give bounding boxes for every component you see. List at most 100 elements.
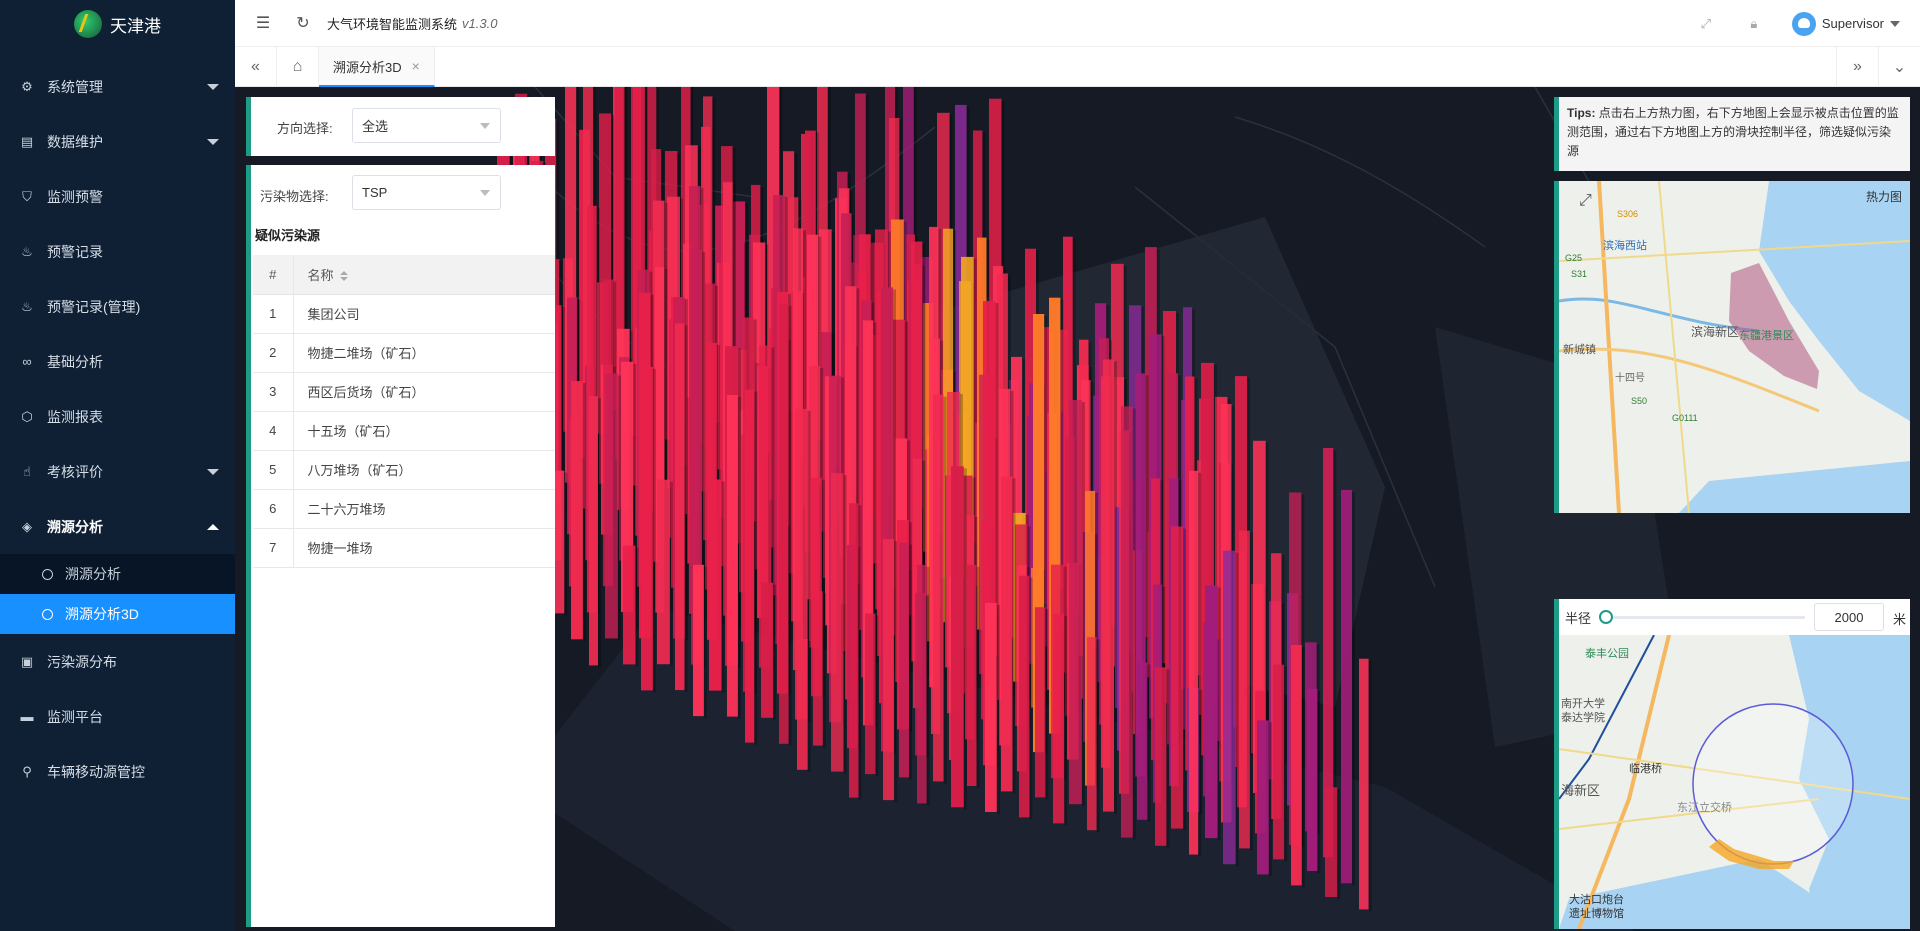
radius-slider-track[interactable] — [1605, 616, 1805, 619]
sidebar-item-label: 溯源分析 — [47, 518, 103, 535]
sort-icon[interactable] — [339, 271, 348, 282]
scroll-right-icon[interactable]: » — [1836, 47, 1878, 87]
table-row[interactable]: 4 十五场（矿石） — [253, 411, 555, 451]
layers-icon: ◈ — [22, 518, 32, 534]
road-shield: G0111 — [1672, 413, 1698, 423]
sidebar-item-label: 监测平台 — [47, 708, 103, 725]
app-root: 天津港 ⚙ 系统管理 ▤ 数据维护 ⛉ 监测预警 ♨ 预警记录 ♨ 预警记录(管理) ∞ 基… — [0, 0, 1920, 931]
concentration-bar — [1019, 575, 1030, 818]
radius-label: 半径 — [1565, 610, 1592, 626]
pollutant-select[interactable]: TSP — [352, 175, 501, 210]
radius-map[interactable]: 泰丰公园 南开大学 泰达学院 临港桥 海新区 东江立交桥 大沽口炮台 遗址博物馆… — [1554, 599, 1910, 929]
tab-source-analysis-3d[interactable]: 溯源分析3D × — [319, 47, 435, 87]
direction-select[interactable]: 全选 — [352, 108, 501, 143]
sidebar-item-records[interactable]: ♨ 预警记录 — [0, 224, 235, 279]
concentration-bar — [1341, 489, 1352, 884]
place-label: 海新区 — [1561, 783, 1600, 798]
sidebar-item-reports[interactable]: ⬡ 监测报表 — [0, 389, 235, 444]
scroll-left-icon[interactable]: « — [235, 47, 277, 87]
table-row[interactable]: 7 物捷一堆场 — [253, 528, 555, 568]
sidebar-item-data[interactable]: ▤ 数据维护 — [0, 114, 235, 169]
flame-icon: ♨ — [21, 298, 33, 314]
concentration-bar — [933, 394, 944, 782]
concentration-bar-shade — [1249, 532, 1253, 851]
expand-icon[interactable]: ⤢ — [1579, 192, 1592, 209]
chevron-down-icon[interactable]: ⌄ — [1878, 47, 1920, 87]
sidebar-item-label: 数据维护 — [47, 133, 103, 150]
monitor-icon: ▬ — [20, 709, 34, 724]
radius-input[interactable] — [1814, 603, 1884, 631]
concentration-bar — [1257, 720, 1269, 875]
concentration-bar-shade — [669, 481, 673, 667]
fullscreen-icon[interactable]: ⤢ — [1696, 14, 1716, 34]
tips-prefix: Tips: — [1567, 106, 1596, 120]
place-label: 泰达学院 — [1561, 710, 1605, 724]
concentration-bar — [1137, 662, 1148, 820]
concentration-bar — [813, 591, 823, 746]
concentration-bar-shade — [635, 547, 639, 667]
sidebar-item-warning[interactable]: ⛉ 监测预警 — [0, 169, 235, 224]
sidebar-item-pollution-distribution[interactable]: ▣ 污染源分布 — [0, 634, 235, 689]
sidebar-item-system[interactable]: ⚙ 系统管理 — [0, 59, 235, 114]
sidebar-item-source-analysis[interactable]: ◈ 溯源分析 — [0, 499, 235, 554]
column-header-index: # — [253, 255, 294, 295]
row-index: 3 — [253, 372, 294, 412]
circle-icon — [42, 608, 53, 620]
chevron-down-icon — [480, 190, 490, 196]
radius-slider-handle[interactable] — [1599, 610, 1613, 624]
concentration-bar — [657, 479, 670, 665]
lock-icon[interactable]: 🔒︎ — [1744, 14, 1764, 34]
heatmap-map-canvas[interactable]: 滨海西站 滨海新区 东疆港景区 新城镇 十四号 G25 S31 S50 G011… — [1559, 181, 1910, 513]
refresh-icon[interactable]: ↻ — [293, 13, 313, 33]
sidebar-subitem-source-analysis[interactable]: 溯源分析 — [0, 554, 235, 594]
radius-map-canvas[interactable]: 泰丰公园 南开大学 泰达学院 临港桥 海新区 东江立交桥 大沽口炮台 遗址博物馆 — [1559, 599, 1910, 929]
close-icon[interactable]: × — [412, 58, 420, 74]
home-icon[interactable]: ⌂ — [277, 47, 319, 87]
heatmap-map[interactable]: 滨海西站 滨海新区 东疆港景区 新城镇 十四号 G25 S31 S50 G011… — [1554, 181, 1910, 513]
concentration-bar-shade — [721, 481, 725, 693]
row-name: 物捷二堆场（矿石） — [293, 333, 555, 373]
table-row[interactable]: 6 二十六万堆场 — [253, 489, 555, 529]
concentration-bar-shade — [1096, 639, 1100, 833]
row-index: 6 — [253, 489, 294, 529]
concentration-bar-shade — [1166, 669, 1170, 848]
concentration-bar-shade — [1029, 577, 1033, 820]
concentration-bar-shade — [582, 383, 586, 642]
sidebar-subitem-source-analysis-3d[interactable]: 溯源分析3D — [0, 594, 235, 634]
sidebar-item-assessment[interactable]: ☝ 考核评价 — [0, 444, 235, 499]
road-shield: S306 — [1617, 209, 1638, 219]
row-name: 集团公司 — [293, 294, 555, 334]
table-row[interactable]: 5 八万堆场（矿石） — [253, 450, 555, 490]
concentration-bar — [745, 389, 755, 743]
concentration-bar — [849, 503, 859, 798]
table-row[interactable]: 3 西区后货场（矿石） — [253, 372, 555, 412]
gear-icon: ⚙ — [21, 78, 33, 94]
caret-down-icon — [1890, 20, 1900, 27]
concentration-bar-shade — [1081, 402, 1085, 807]
concentration-bar-shade — [875, 615, 879, 777]
column-header-name[interactable]: 名称 — [293, 255, 555, 295]
tips-box: Tips: 点击右上方热力图，右下方地图上会显示被点击位置的监测范围，通过右下方… — [1554, 97, 1910, 171]
concentration-bar — [899, 542, 909, 778]
concentration-bar — [1239, 530, 1250, 849]
table-row[interactable]: 1 集团公司 — [253, 294, 555, 334]
chevron-down-icon — [207, 469, 219, 475]
radius-unit: 米 — [1893, 612, 1907, 627]
user-menu[interactable]: Supervisor — [1791, 11, 1900, 36]
sidebar-item-monitor-platform[interactable]: ▬ 监测平台 — [0, 689, 235, 744]
concentration-bar — [1205, 585, 1218, 839]
direction-value: 全选 — [362, 119, 389, 134]
concentration-bar — [1171, 526, 1184, 829]
sidebar-item-records-admin[interactable]: ♨ 预警记录(管理) — [0, 279, 235, 334]
table-row[interactable]: 2 物捷二堆场（矿石） — [253, 333, 555, 373]
place-label: 滨海新区 — [1691, 324, 1739, 339]
concentration-bar-shade — [564, 472, 568, 616]
sidebar-item-basic-analysis[interactable]: ∞ 基础分析 — [0, 334, 235, 389]
row-index: 7 — [253, 528, 294, 568]
page-title: 大气环境智能监测系统 — [327, 16, 458, 32]
tab-label: 溯源分析3D — [333, 59, 402, 75]
menu-fold-icon[interactable]: ☰ — [253, 13, 273, 33]
logo[interactable]: 天津港 — [0, 0, 235, 48]
sidebar-item-vehicle-control[interactable]: ⚲ 车辆移动源管控 — [0, 744, 235, 799]
concentration-bar — [1325, 787, 1338, 897]
